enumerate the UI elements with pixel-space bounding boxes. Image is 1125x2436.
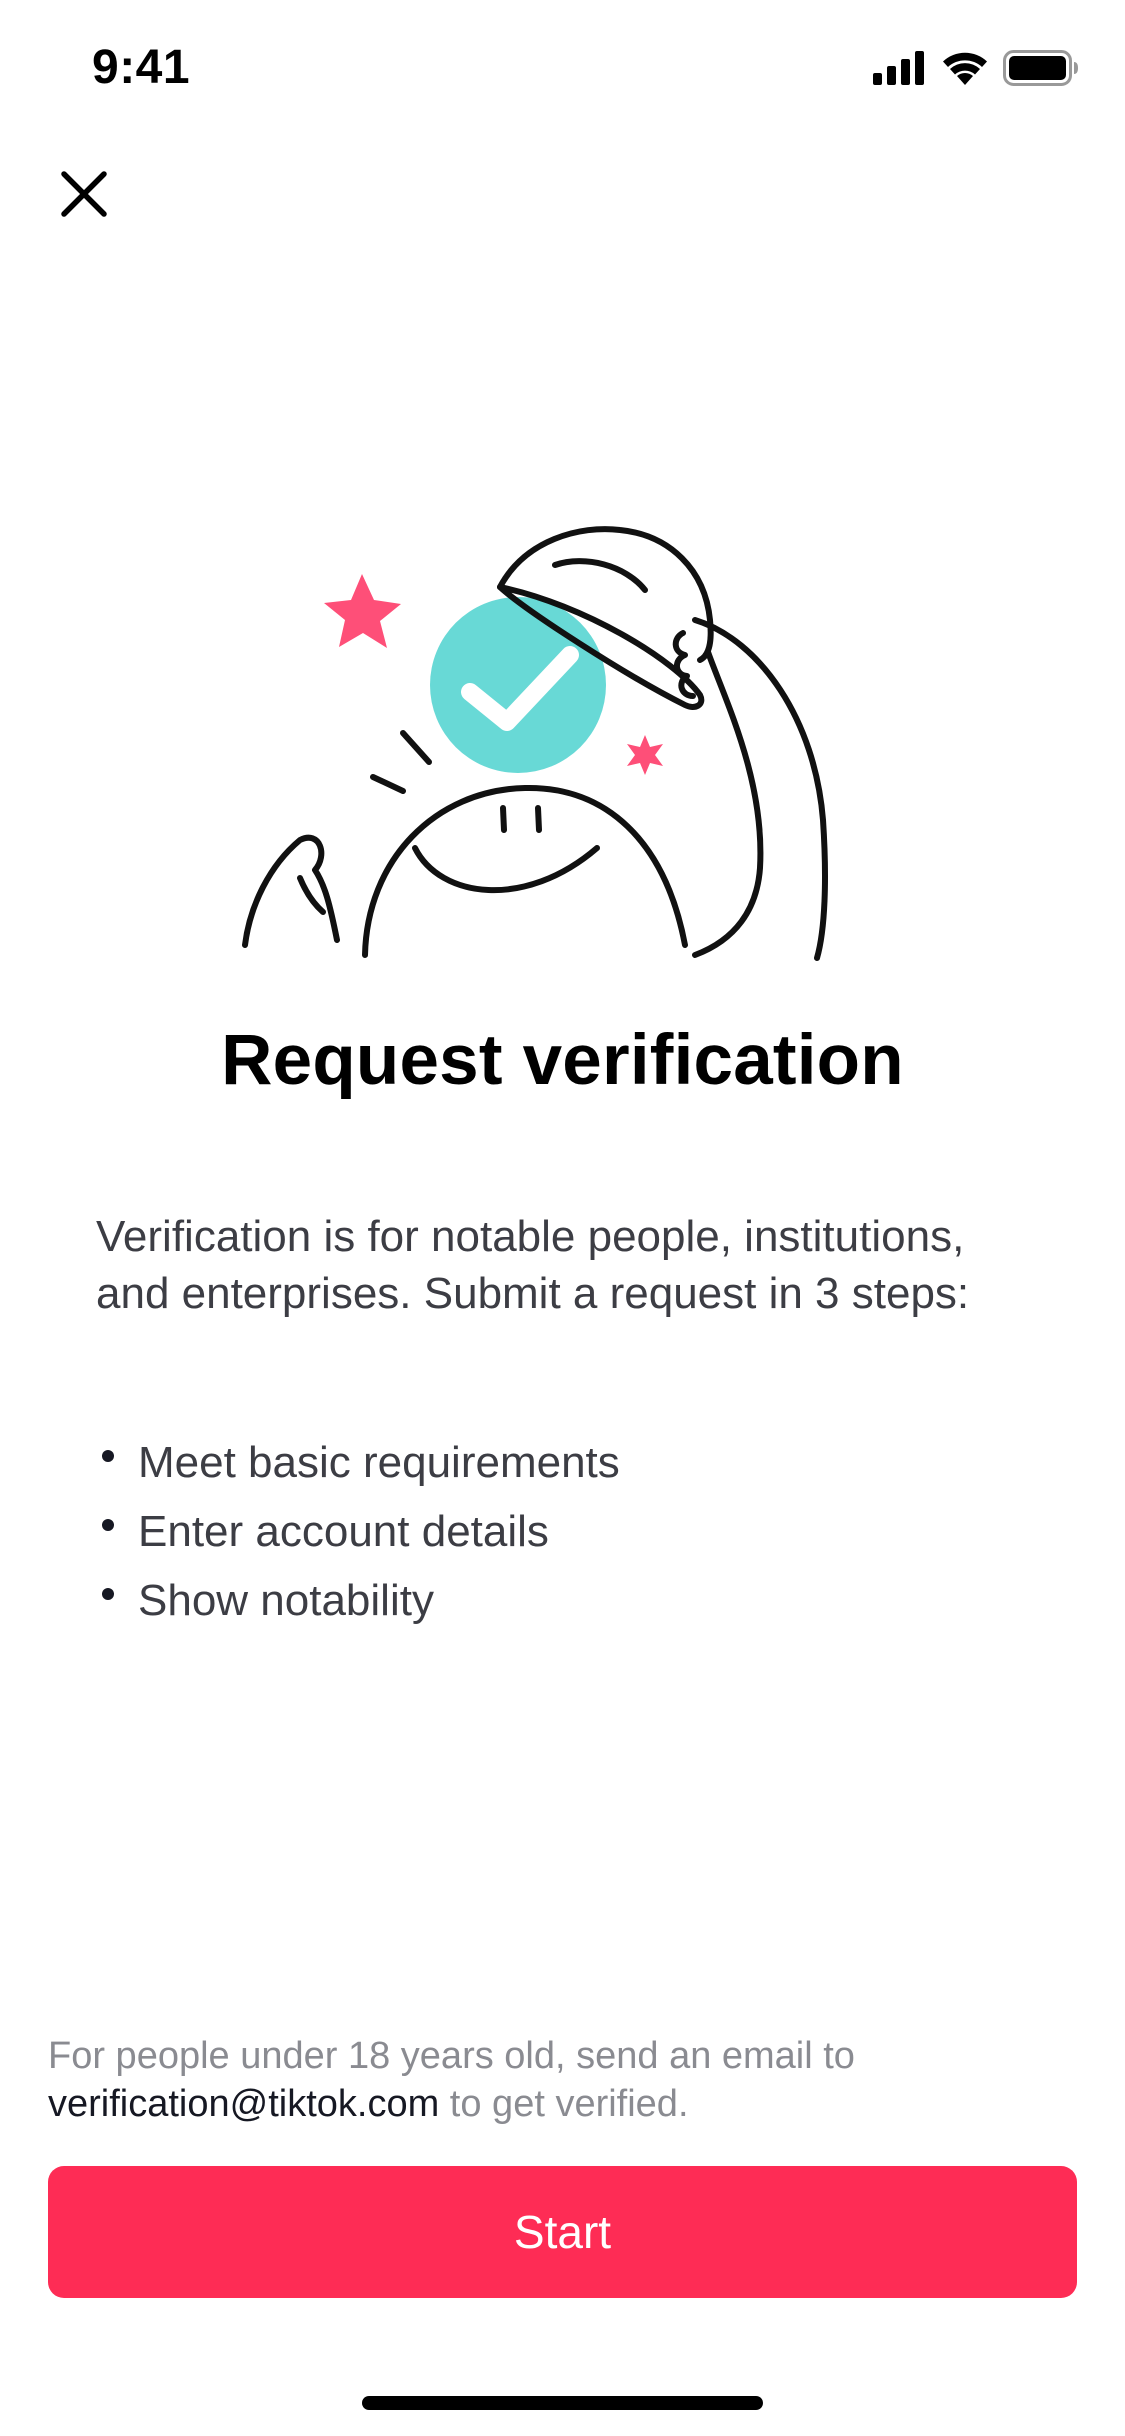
- under-18-note: For people under 18 years old, send an e…: [48, 2032, 1078, 2128]
- cellular-signal-icon: [873, 51, 927, 90]
- note-prefix: For people under 18 years old, send an e…: [48, 2035, 855, 2077]
- star-icon: [627, 735, 663, 775]
- wifi-icon: [941, 51, 989, 90]
- description-text: Verification is for notable people, inst…: [96, 1212, 970, 1318]
- status-bar: 9:41: [0, 0, 1125, 140]
- start-button[interactable]: Start: [48, 2166, 1077, 2298]
- step-label: Enter account details: [138, 1507, 549, 1556]
- bullet-icon: [102, 1588, 114, 1600]
- status-icons: [873, 50, 1079, 91]
- steps-list: Meet basic requirements Enter account de…: [96, 1428, 996, 1635]
- page-title: Request verification: [221, 1021, 904, 1100]
- star-icon: [324, 574, 401, 648]
- close-icon: [60, 170, 108, 223]
- check-badge-icon: [430, 597, 606, 773]
- home-indicator: [362, 2396, 763, 2410]
- list-item: Enter account details: [96, 1497, 996, 1566]
- verification-illustration: [225, 500, 900, 970]
- battery-icon: [1003, 50, 1079, 91]
- step-label: Meet basic requirements: [138, 1438, 620, 1487]
- close-button[interactable]: [48, 160, 120, 232]
- bullet-icon: [102, 1450, 114, 1462]
- email-link[interactable]: verification@tiktok.com: [48, 2083, 439, 2125]
- list-item: Show notability: [96, 1566, 996, 1635]
- list-item: Meet basic requirements: [96, 1428, 996, 1497]
- bullet-icon: [102, 1519, 114, 1531]
- note-suffix: to get verified.: [439, 2083, 689, 2125]
- step-label: Show notability: [138, 1576, 434, 1625]
- status-time: 9:41: [92, 41, 191, 94]
